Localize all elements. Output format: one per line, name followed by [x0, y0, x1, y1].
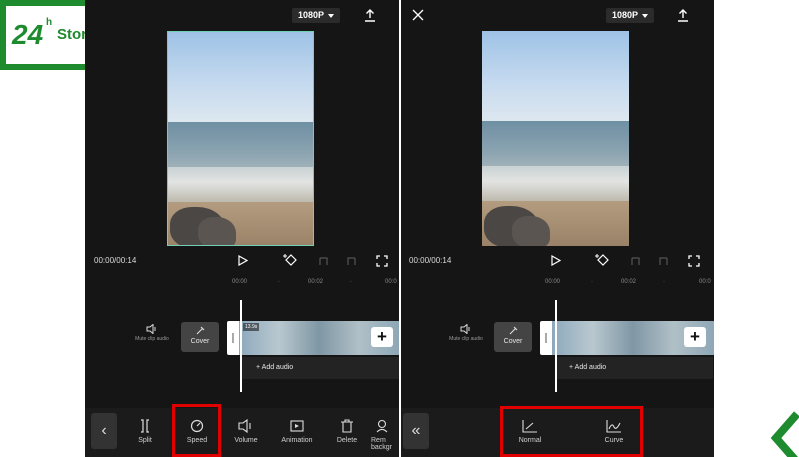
tool-label: Delete [336, 437, 358, 444]
ruler-mark: 00:02 [308, 279, 324, 285]
ruler-mark: 00:0 [385, 279, 397, 285]
volume-icon [238, 419, 251, 433]
video-preview[interactable] [167, 31, 314, 246]
tool-delete[interactable]: Delete [325, 408, 369, 457]
ruler-mark: 00:02 [621, 279, 637, 285]
ruler-mark: 00:00 [545, 279, 561, 285]
clip-trim-handle[interactable] [227, 321, 239, 355]
tool-label: Animation [281, 437, 313, 444]
speaker-icon [146, 324, 156, 334]
add-audio-button[interactable]: + Add audio [555, 357, 713, 379]
mute-clip-label: Mute clip audio [449, 336, 483, 342]
chevron-down-icon [328, 13, 335, 18]
export-icon[interactable] [677, 9, 689, 22]
resolution-label: 1080P [298, 10, 325, 20]
mute-clip-audio-button[interactable]: Mute clip audio [132, 324, 172, 343]
mute-clip-audio-button[interactable]: Mute clip audio [446, 324, 486, 343]
add-clip-button[interactable]: + [684, 327, 706, 347]
tool-label: Volume [234, 437, 258, 444]
tool-label: Split [138, 437, 152, 444]
tool-animation[interactable]: Animation [275, 408, 319, 457]
resolution-button[interactable]: 1080P [606, 8, 655, 23]
tool-volume[interactable]: Volume [224, 408, 268, 457]
clip-trim-handle[interactable] [540, 321, 552, 355]
playback-time: 00:00/00:14 [94, 256, 137, 265]
resolution-label: 1080P [612, 10, 639, 20]
logo-number: 24 [12, 19, 44, 50]
cover-label: Cover [503, 338, 523, 345]
cover-button[interactable]: Cover [494, 322, 532, 352]
ruler-mark: 00:0 [699, 279, 711, 285]
add-clip-button[interactable]: + [371, 327, 393, 347]
speed-highlight-box [172, 404, 221, 457]
undo-icon[interactable] [317, 255, 329, 266]
split-icon [141, 419, 149, 433]
play-icon[interactable] [238, 255, 248, 266]
remove-background-icon [376, 419, 388, 433]
chevron-down-icon [642, 13, 649, 18]
clip-duration-badge: 13.9s [243, 323, 260, 331]
animation-icon [290, 420, 304, 432]
video-preview[interactable] [482, 31, 629, 246]
edit-pen-icon [509, 326, 518, 335]
playback-time: 00:00/00:14 [409, 256, 452, 265]
resolution-button[interactable]: 1080P [292, 8, 341, 23]
keyframe-icon[interactable] [283, 253, 299, 267]
redo-icon[interactable] [658, 255, 670, 266]
ruler-mark: · [278, 279, 280, 285]
tool-split[interactable]: Split [123, 408, 167, 457]
playhead[interactable] [555, 300, 557, 392]
tool-label: Rem backgr [371, 437, 393, 451]
undo-icon[interactable] [629, 255, 641, 266]
green-chevron-icon [770, 411, 799, 457]
ruler-mark: · [350, 279, 352, 285]
right-editor-panel: 1080P 00:00/00:14 00:00 · 00:02 · 00:0 M… [401, 0, 714, 457]
fullscreen-icon[interactable] [688, 255, 700, 267]
left-editor-panel: 1080P 00:00/00:14 00:00 · 00:02 · 00:0 M… [85, 0, 399, 457]
cover-button[interactable]: Cover [181, 322, 219, 352]
playhead[interactable] [240, 300, 242, 392]
keyframe-icon[interactable] [595, 253, 611, 267]
close-icon[interactable] [412, 9, 424, 21]
back-button[interactable]: ‹ [91, 413, 117, 449]
add-audio-button[interactable]: + Add audio [242, 357, 399, 379]
tool-remove-background[interactable]: Rem backgr [371, 408, 399, 457]
play-icon[interactable] [551, 255, 561, 266]
mute-clip-label: Mute clip audio [135, 336, 169, 342]
redo-icon[interactable] [346, 255, 358, 266]
edit-pen-icon [196, 326, 205, 335]
export-icon[interactable] [364, 9, 376, 22]
speed-options-highlight-box [500, 406, 643, 457]
ruler-mark: 00:00 [232, 279, 248, 285]
speaker-icon [460, 324, 470, 334]
fullscreen-icon[interactable] [376, 255, 388, 267]
cover-label: Cover [190, 338, 210, 345]
bottom-toolbar: ‹ Split Speed Volume Animation Delete Re… [85, 408, 399, 457]
ruler-mark: · [663, 279, 665, 285]
collapse-back-button[interactable]: « [403, 413, 429, 449]
ruler-mark: · [591, 279, 593, 285]
logo-superscript: h [46, 17, 53, 28]
delete-icon [341, 419, 353, 433]
